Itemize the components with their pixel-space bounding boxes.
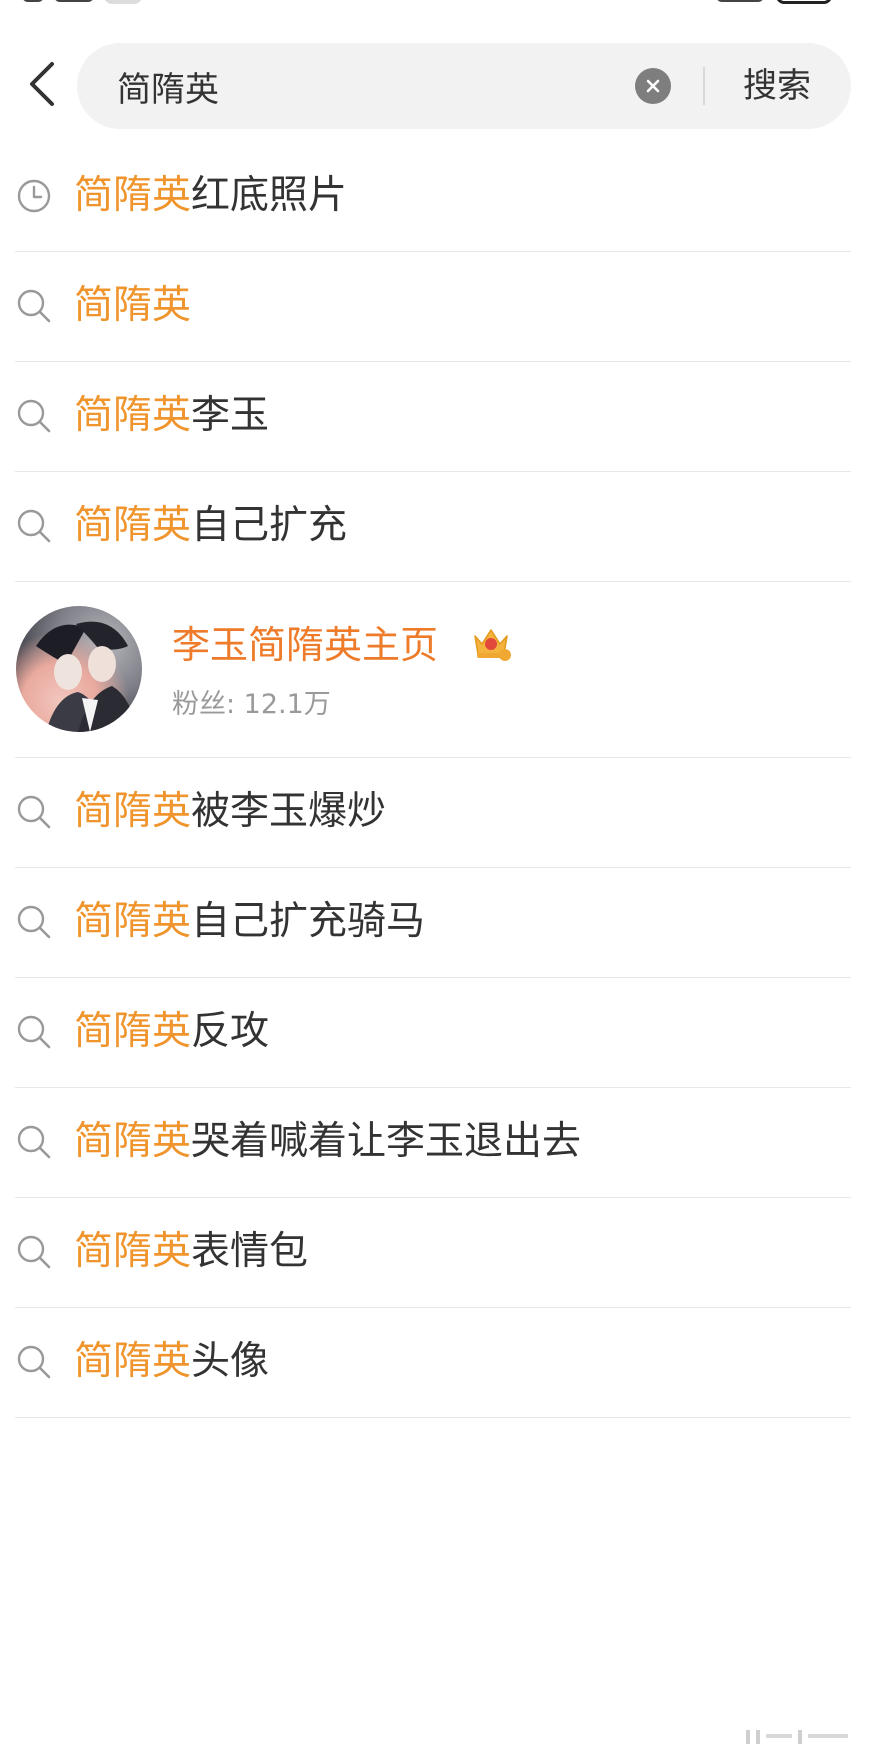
history-clock-icon	[17, 179, 51, 213]
search-icon	[17, 905, 51, 939]
suggestion-text: 简隋英李玉	[74, 393, 270, 438]
suggestion-text: 简隋英表情包	[74, 1229, 309, 1274]
user-result-card[interactable]: 李玉简隋英主页 粉丝: 12.1万	[0, 582, 888, 758]
avatar-illustration	[36, 621, 136, 732]
suggestion-item[interactable]: 简隋英	[0, 252, 888, 362]
back-button[interactable]	[14, 56, 70, 112]
crown-badge-icon	[474, 629, 511, 661]
status-indicators	[716, 0, 836, 6]
search-input[interactable]	[117, 61, 677, 111]
suggestion-list: 简隋英红底照片 简隋英 简隋英李玉 简隋英自己扩充 李玉简隋英主页 粉丝: 12…	[0, 142, 888, 1418]
suggestion-text: 简隋英哭着喊着让李玉退出去	[74, 1119, 582, 1164]
search-submit-button[interactable]: 搜索	[722, 61, 832, 111]
watermark	[746, 1730, 848, 1744]
suggestion-item[interactable]: 简隋英表情包	[0, 1198, 888, 1308]
suggestion-item[interactable]: 简隋英被李玉爆炒	[0, 758, 888, 868]
search-icon	[17, 1125, 51, 1159]
suggestion-text: 简隋英反攻	[74, 1009, 270, 1054]
search-icon	[17, 1235, 51, 1269]
suggestion-item[interactable]: 简隋英自己扩充	[0, 472, 888, 582]
suggestion-text: 简隋英红底照片	[74, 173, 348, 218]
search-icon	[17, 399, 51, 433]
back-arrow-icon	[30, 62, 54, 106]
search-icon	[17, 289, 51, 323]
suggestion-text: 简隋英自己扩充骑马	[74, 899, 426, 944]
suggestion-item-history[interactable]: 简隋英红底照片	[0, 142, 888, 252]
suggestion-item[interactable]: 简隋英自己扩充骑马	[0, 868, 888, 978]
search-header: 搜索	[0, 40, 888, 130]
status-bar	[0, 0, 888, 8]
suggestion-text: 简隋英被李玉爆炒	[74, 789, 387, 834]
avatar[interactable]	[16, 606, 142, 732]
search-icon	[17, 509, 51, 543]
search-icon	[17, 1015, 51, 1049]
user-name: 李玉简隋英主页	[172, 623, 439, 667]
suggestion-item[interactable]: 简隋英李玉	[0, 362, 888, 472]
suggestion-text: 简隋英自己扩充	[74, 503, 348, 548]
suggestion-item[interactable]: 简隋英头像	[0, 1308, 888, 1418]
suggestion-text: 简隋英	[74, 283, 192, 328]
search-icon	[17, 1345, 51, 1379]
suggestion-item[interactable]: 简隋英反攻	[0, 978, 888, 1088]
clear-search-button[interactable]	[635, 68, 671, 104]
suggestion-item[interactable]: 简隋英哭着喊着让李玉退出去	[0, 1088, 888, 1198]
search-icon	[17, 795, 51, 829]
divider	[15, 1417, 851, 1418]
close-icon	[646, 79, 660, 93]
follower-count: 粉丝: 12.1万	[172, 689, 331, 720]
status-time	[22, 0, 142, 6]
search-bar: 搜索	[77, 43, 851, 129]
suggestion-text: 简隋英头像	[74, 1339, 270, 1384]
divider	[703, 67, 705, 105]
